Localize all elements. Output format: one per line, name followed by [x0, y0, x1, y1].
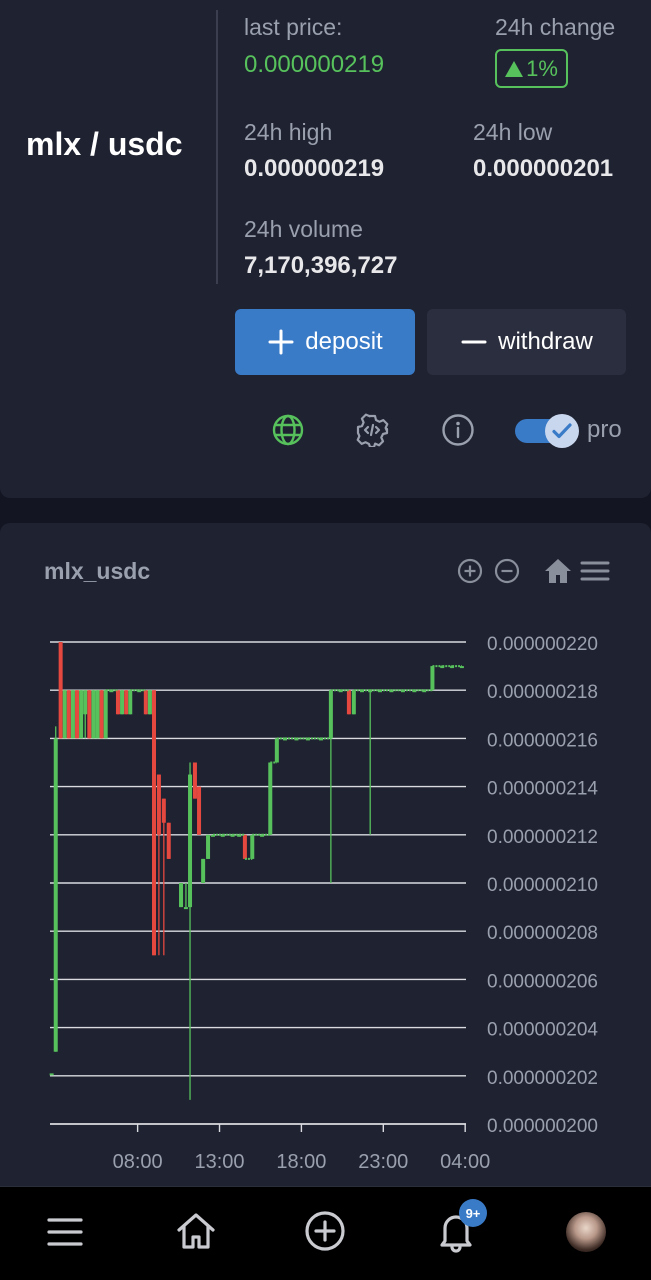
nav-home-icon[interactable] [173, 1208, 219, 1254]
x-tick-label: 18:00 [276, 1151, 326, 1173]
volume-label: 24h volume [244, 216, 363, 242]
high-value: 0.000000219 [244, 155, 385, 182]
divider [216, 10, 218, 284]
candle-body [120, 690, 125, 715]
candle-body [79, 690, 84, 739]
candle-body [192, 762, 197, 799]
y-tick-label: 0.000000214 [487, 779, 598, 800]
settings-code-icon[interactable] [354, 412, 390, 448]
candle-body [161, 798, 166, 823]
candle-body [124, 690, 129, 715]
candle-body [99, 690, 104, 739]
candle-body [242, 834, 247, 859]
low-value: 0.000000201 [473, 155, 614, 182]
y-tick-label: 0.000000206 [487, 971, 598, 992]
pair-title: mlx / usdc [26, 126, 183, 162]
deposit-button[interactable]: deposit [235, 309, 415, 375]
candle-body [87, 690, 92, 739]
candle-body [156, 774, 161, 835]
candle-body [351, 690, 356, 715]
candle-body [128, 690, 133, 715]
notification-badge: 9+ [459, 1199, 487, 1227]
candle-body [53, 738, 58, 1052]
change-label: 24h change [495, 14, 616, 40]
candle-body [95, 690, 100, 739]
chart-title: mlx_usdc [44, 558, 151, 584]
candle-body [152, 690, 156, 956]
x-tick-label: 08:00 [113, 1151, 163, 1173]
candle-body [268, 762, 273, 835]
candlestick-chart[interactable]: 0.000000220 0.000000218 0.000000216 0.00000… [0, 600, 651, 1180]
change-badge: 1% [495, 49, 568, 88]
avatar[interactable] [566, 1212, 606, 1252]
candle-body [166, 822, 171, 859]
candle-body [143, 690, 148, 715]
deposit-label: deposit [305, 328, 383, 355]
nav-menu-icon[interactable] [45, 1212, 85, 1252]
y-tick-label: 0.000000202 [487, 1068, 598, 1089]
home-icon[interactable] [542, 556, 574, 586]
candle-body [250, 834, 255, 859]
candle-body [430, 666, 435, 691]
zoom-in-icon[interactable] [456, 557, 484, 585]
nav-add-icon[interactable] [303, 1209, 347, 1253]
withdraw-label: withdraw [498, 328, 593, 355]
candle-body [83, 690, 88, 715]
info-icon[interactable] [440, 412, 476, 448]
candle-body [115, 690, 120, 715]
candle-body [188, 774, 193, 908]
x-tick-label: 13:00 [194, 1151, 244, 1173]
withdraw-button[interactable]: withdraw [427, 309, 626, 375]
change-value: 1% [526, 55, 558, 81]
high-label: 24h high [244, 119, 333, 145]
candle-body [197, 786, 202, 835]
candle-body [62, 690, 67, 739]
pro-toggle[interactable] [515, 412, 581, 450]
candle-body [346, 690, 351, 715]
plus-icon [268, 329, 294, 355]
y-tick-label: 0.000000220 [487, 634, 598, 655]
candle-body [183, 907, 188, 910]
y-tick-label: 0.000000204 [487, 1020, 598, 1041]
up-arrow-icon [505, 60, 524, 77]
y-tick-label: 0.000000212 [487, 827, 598, 848]
candle-body [201, 858, 206, 883]
candle-body [206, 834, 211, 859]
y-tick-label: 0.000000200 [487, 1116, 598, 1137]
y-tick-label: 0.000000216 [487, 730, 598, 751]
candle-body [328, 690, 333, 739]
y-tick-label: 0.000000218 [487, 682, 598, 703]
candle-body [70, 690, 75, 739]
candle-body [103, 690, 108, 739]
pro-label: pro [587, 416, 622, 443]
candle-body [49, 1073, 54, 1076]
minus-icon [461, 340, 487, 344]
candle-body [91, 690, 96, 739]
last-price-label: last price: [244, 14, 343, 40]
y-tick-label: 0.000000208 [487, 923, 598, 944]
candle-body [147, 690, 152, 715]
check-icon [545, 414, 579, 448]
candle-body [58, 642, 63, 739]
last-price-value: 0.000000219 [244, 51, 385, 78]
candle-body [274, 738, 279, 763]
zoom-out-icon[interactable] [493, 557, 521, 585]
candle-body [179, 883, 184, 908]
menu-icon[interactable] [579, 558, 611, 584]
x-tick-label: 04:00 [440, 1151, 490, 1173]
candle-body [66, 690, 71, 739]
y-tick-label: 0.000000210 [487, 875, 598, 896]
volume-value: 7,170,396,727 [244, 252, 398, 279]
low-label: 24h low [473, 119, 553, 145]
x-tick-label: 23:00 [358, 1151, 408, 1173]
globe-icon[interactable] [270, 412, 306, 448]
candle-body [75, 690, 80, 739]
